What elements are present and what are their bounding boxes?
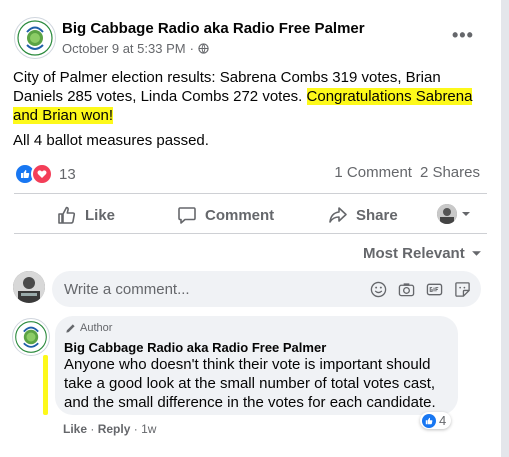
page-avatar[interactable]	[14, 17, 56, 59]
author-badge-label: Author	[80, 322, 113, 334]
love-reaction-icon	[31, 163, 53, 185]
sort-label: Most Relevant	[363, 245, 465, 262]
post-card: Big Cabbage Radio aka Radio Free Palmer …	[0, 0, 501, 457]
comment-count[interactable]: 1 Comment	[334, 164, 412, 181]
share-button[interactable]: Share	[328, 205, 398, 225]
comment-reactions[interactable]: 4	[420, 412, 452, 429]
action-dot: ·	[133, 422, 138, 436]
page-name[interactable]: Big Cabbage Radio aka Radio Free Palmer	[62, 20, 365, 37]
more-options-icon[interactable]: •••	[452, 25, 474, 46]
globe-icon	[198, 43, 209, 54]
action-dot: ·	[90, 422, 95, 436]
comment-like-link[interactable]: Like	[63, 422, 87, 436]
like-label: Like	[85, 206, 116, 224]
sticker-icon[interactable]	[453, 280, 471, 298]
like-button[interactable]: Like	[57, 205, 115, 225]
reaction-count: 13	[59, 165, 76, 183]
comment-reaction-count: 4	[439, 413, 447, 428]
composer-icons	[369, 280, 471, 298]
post-date[interactable]: October 9 at 5:33 PM	[62, 41, 186, 56]
share-count[interactable]: 2 Shares	[420, 164, 480, 181]
meta-separator: ·	[189, 41, 194, 56]
author-badge: Author	[65, 322, 112, 334]
comment-reply-link[interactable]: Reply	[98, 422, 131, 436]
post-meta: October 9 at 5:33 PM ·	[62, 41, 209, 56]
gif-icon[interactable]	[425, 280, 443, 298]
commenter-avatar[interactable]	[12, 318, 50, 356]
comment-actions: Like · Reply · 1w	[63, 422, 156, 436]
comment-text: Anyone who doesn't think their vote is i…	[64, 356, 436, 411]
post-text-second: All 4 ballot measures passed.	[13, 132, 209, 149]
camera-icon[interactable]	[397, 280, 415, 298]
post-text: City of Palmer election results: Sabrena…	[13, 68, 493, 125]
commenter-name[interactable]: Big Cabbage Radio aka Radio Free Palmer	[64, 340, 326, 355]
comment-bubble: Author Big Cabbage Radio aka Radio Free …	[55, 316, 458, 415]
profile-avatar	[437, 204, 457, 224]
chevron-down-icon	[462, 212, 470, 216]
post-stats: 1 Comment 2 Shares	[334, 164, 480, 181]
page-edge	[501, 0, 509, 457]
comment-composer	[52, 271, 481, 307]
reactions-summary[interactable]: 13	[14, 163, 76, 185]
divider	[14, 193, 487, 194]
comment-input[interactable]	[62, 279, 346, 299]
comment-time[interactable]: 1w	[141, 422, 156, 436]
share-label: Share	[356, 206, 398, 224]
emoji-icon[interactable]	[369, 280, 387, 298]
divider	[14, 233, 487, 234]
chevron-down-icon	[471, 251, 481, 256]
pencil-icon	[66, 323, 75, 333]
comment-button[interactable]: Comment	[177, 205, 274, 225]
thumbs-up-icon	[58, 206, 76, 224]
like-reaction-icon	[422, 413, 436, 428]
comment-sort-dropdown[interactable]: Most Relevant	[363, 245, 482, 262]
comment-icon	[178, 207, 196, 224]
reaction-profile-dropdown[interactable]	[437, 204, 471, 224]
share-icon	[329, 207, 347, 223]
comment-label: Comment	[205, 206, 275, 224]
current-user-avatar[interactable]	[13, 271, 45, 303]
highlight-mark	[43, 355, 48, 415]
